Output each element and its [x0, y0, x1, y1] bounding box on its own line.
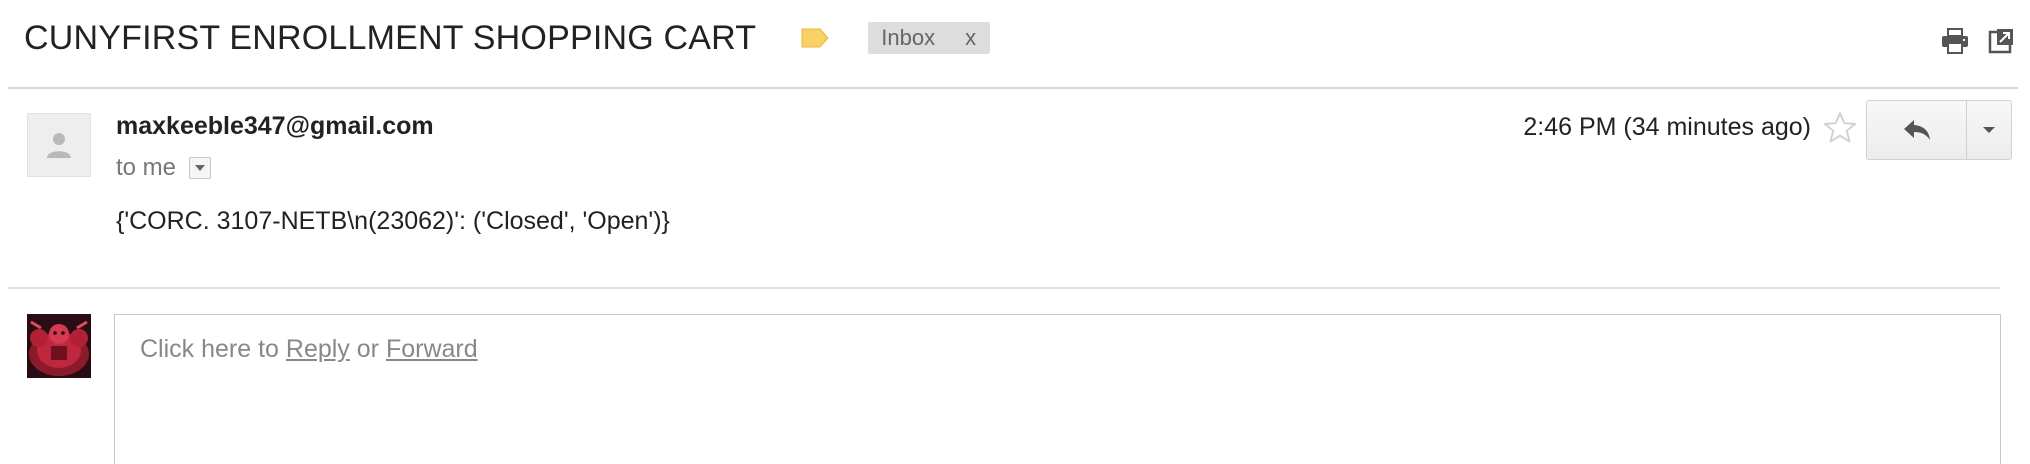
show-details-button[interactable]	[189, 157, 212, 179]
more-actions-button[interactable]	[1967, 101, 2011, 159]
reply-link[interactable]: Reply	[286, 335, 350, 363]
subject-title: CUNYFIRST ENROLLMENT SHOPPING CART	[24, 18, 757, 57]
remove-label-button[interactable]: x	[965, 25, 976, 51]
sender-avatar[interactable]	[27, 113, 91, 177]
message-divider	[8, 287, 2000, 289]
message-timestamp: 2:46 PM (34 minutes ago)	[1523, 113, 1811, 141]
subject-row: CUNYFIRST ENROLLMENT SHOPPING CART Inbox…	[24, 14, 991, 62]
message-body: {'CORC. 3107-NETB\n(23062)': ('Closed', …	[116, 207, 670, 235]
reply-icon	[1903, 120, 1930, 140]
print-icon[interactable]	[1940, 26, 1970, 56]
reply-prompt-or: or	[349, 335, 386, 363]
inbox-chip-label: Inbox	[881, 25, 936, 50]
recipient-row: to me	[116, 154, 212, 182]
reply-prompt: Click here to Reply or Forward	[140, 335, 478, 364]
star-icon[interactable]	[1822, 110, 1858, 146]
thread-toolbar	[1924, 26, 2016, 56]
chevron-down-icon	[195, 165, 206, 171]
label-tag-icon[interactable]	[800, 27, 830, 49]
person-icon	[47, 133, 71, 158]
dropdown-arrow-icon	[1983, 127, 1995, 133]
reply-button[interactable]	[1867, 101, 1967, 159]
header-divider	[8, 87, 2018, 89]
reply-compose-box[interactable]: Click here to Reply or Forward	[114, 314, 2001, 464]
recipient-text: to me	[116, 154, 177, 181]
reply-button-group	[1866, 100, 2012, 160]
inbox-label-chip: Inbox x	[868, 22, 991, 54]
sender-email[interactable]: maxkeeble347@gmail.com	[116, 112, 434, 141]
open-in-new-window-icon[interactable]	[1986, 26, 2016, 56]
my-avatar[interactable]	[27, 314, 91, 378]
email-thread-view: CUNYFIRST ENROLLMENT SHOPPING CART Inbox…	[0, 0, 2030, 464]
forward-link[interactable]: Forward	[386, 335, 478, 363]
reply-prompt-prefix: Click here to	[140, 335, 286, 363]
profile-picture-icon	[27, 314, 91, 378]
